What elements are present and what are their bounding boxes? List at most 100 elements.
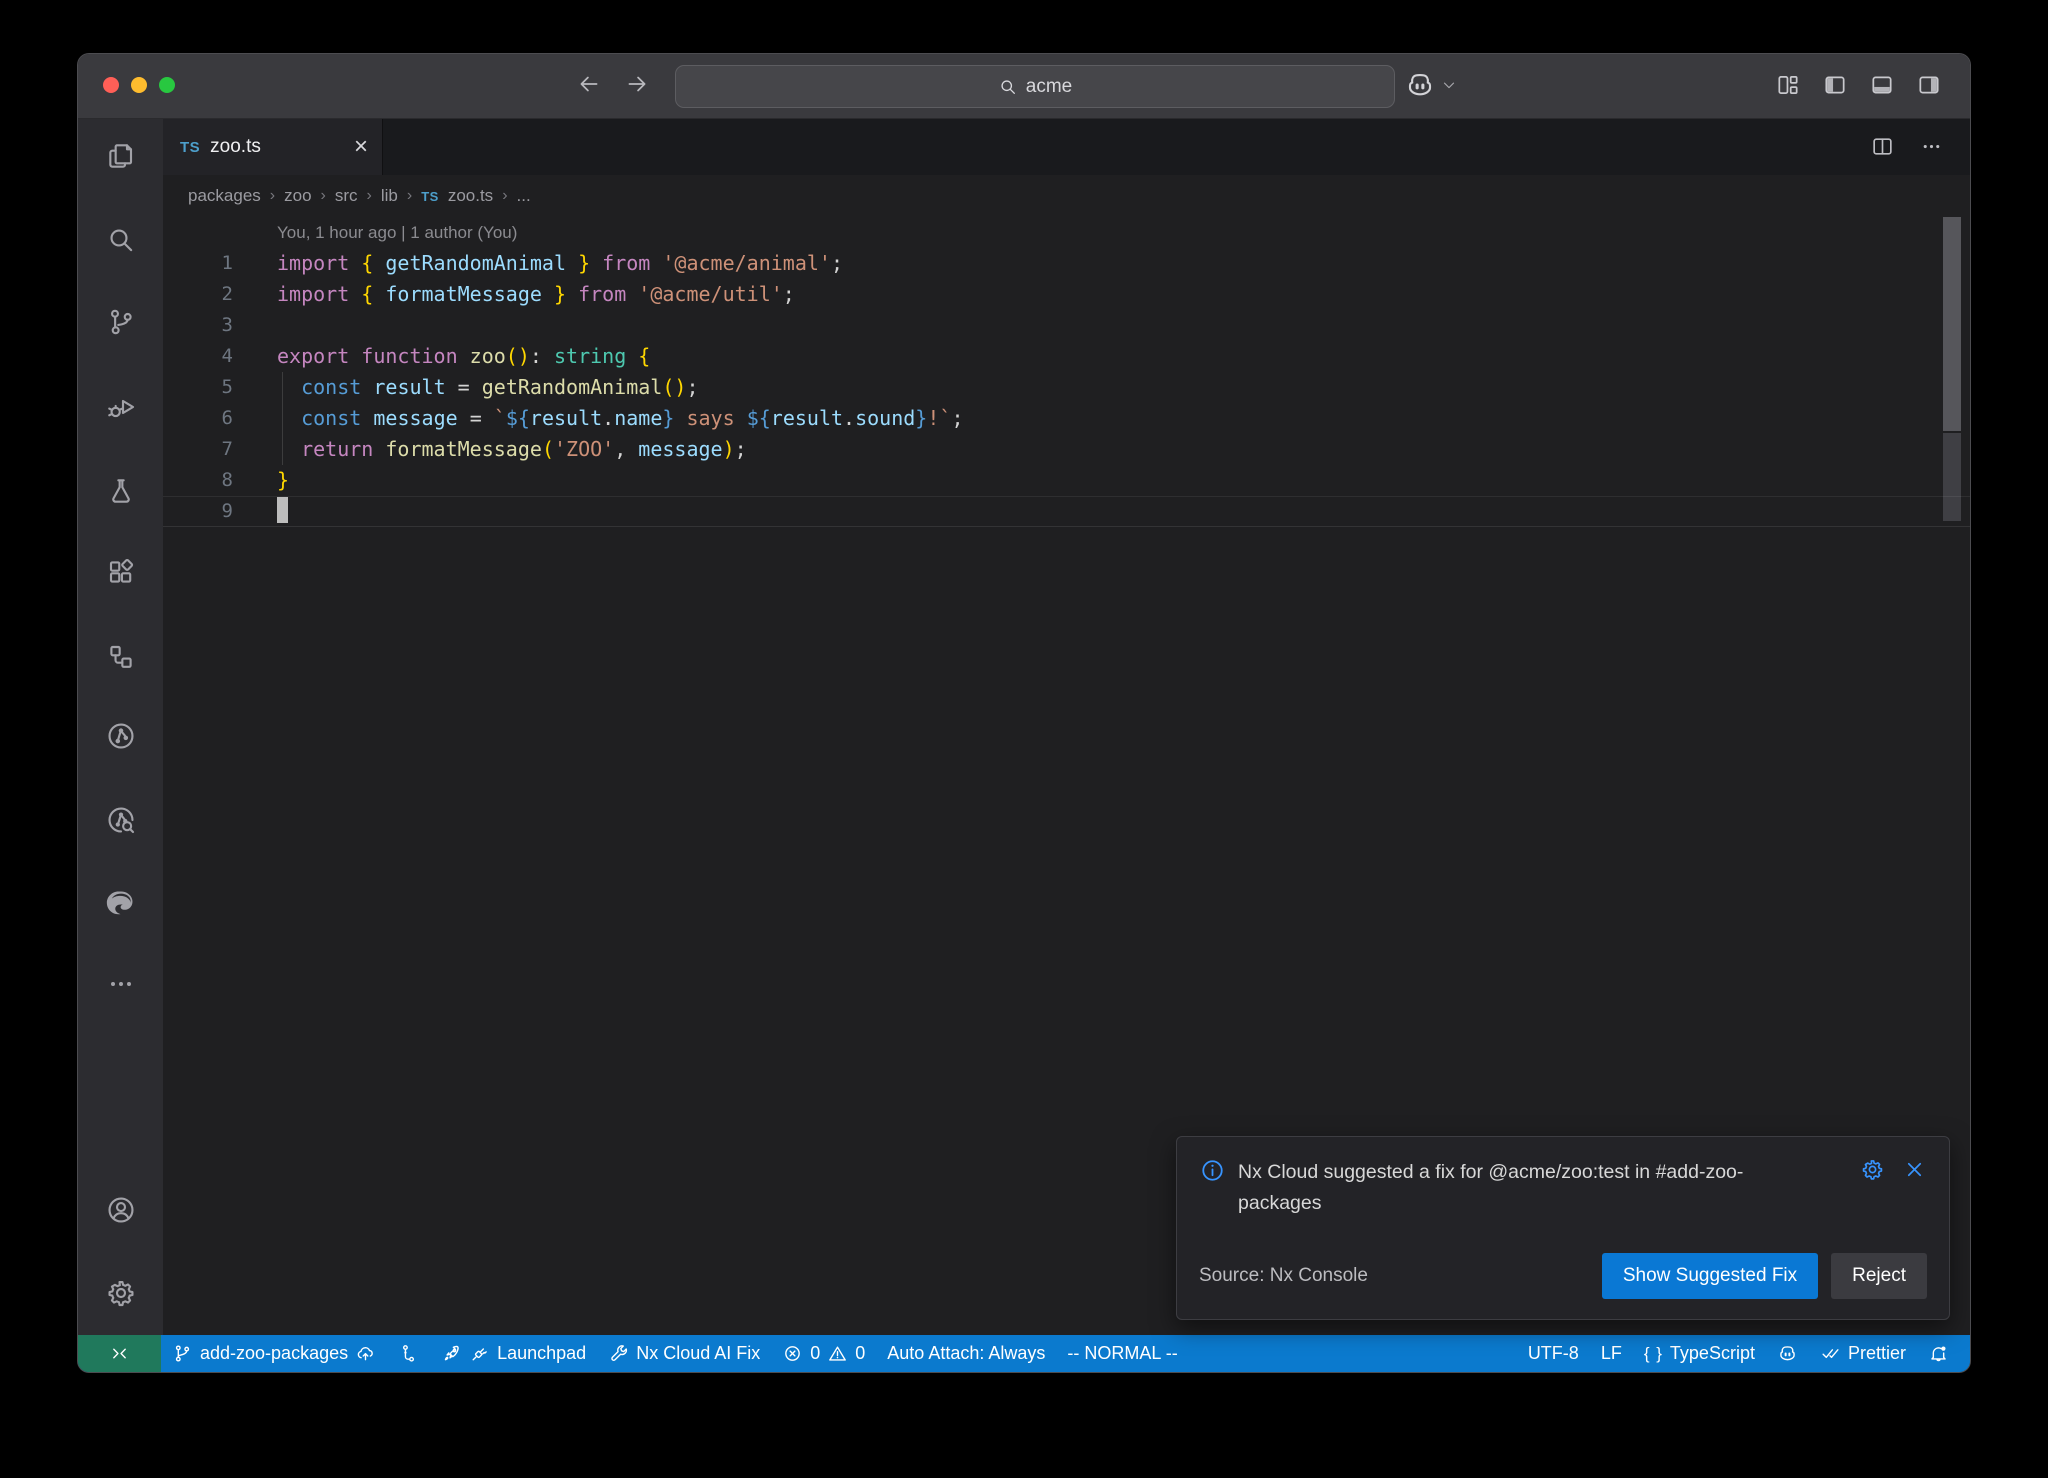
tab-label: zoo.ts (210, 136, 261, 158)
zoom-button[interactable] (159, 77, 175, 93)
status-item-language-mode[interactable]: { }TypeScript (1633, 1335, 1766, 1372)
remote-indicator[interactable] (78, 1335, 161, 1372)
search-value: acme (1026, 76, 1072, 98)
breadcrumb-item-packages[interactable]: packages (188, 186, 261, 206)
status-item-git-graph[interactable] (387, 1335, 430, 1372)
blame-annotation: You, 1 hour ago | 1 author (You) (163, 217, 1970, 248)
activity-item-more-views[interactable] (105, 968, 137, 1000)
status-item-nx-cloud-ai-fix[interactable]: Nx Cloud AI Fix (597, 1335, 771, 1372)
copilot-icon (1777, 1343, 1798, 1364)
titlebar: acme (78, 54, 1970, 119)
code-line-7: 7 return formatMessage('ZOO', message); (163, 434, 1970, 465)
git-graph-icon (398, 1343, 419, 1364)
copilot-menu[interactable] (1404, 69, 1458, 101)
double-check-icon (1820, 1343, 1841, 1364)
breadcrumb: packages›zoo›src›lib›TSzoo.ts›... (163, 175, 1970, 217)
info-icon (1199, 1157, 1226, 1219)
breadcrumb-separator: › (321, 187, 326, 205)
line-number: 9 (163, 496, 233, 527)
status-item-label: Prettier (1848, 1343, 1906, 1364)
status-item-copilot-status[interactable] (1766, 1335, 1809, 1372)
traffic-lights (103, 77, 175, 93)
breadcrumb-separator: › (407, 187, 412, 205)
line-number: 7 (163, 434, 233, 465)
code-line-8: 8} (163, 465, 1970, 496)
error-count: 0 (810, 1343, 820, 1364)
breadcrumb-separator: › (270, 187, 275, 205)
customize-layout-icon[interactable] (1775, 72, 1801, 98)
text-cursor (277, 497, 288, 523)
notification-toast: Nx Cloud suggested a fix for @acme/zoo:t… (1176, 1136, 1950, 1320)
notification-close-icon[interactable] (1902, 1157, 1927, 1182)
activity-item-accounts[interactable] (105, 1194, 137, 1226)
breadcrumb-item-src[interactable]: src (335, 186, 358, 206)
show-suggested-fix-button[interactable]: Show Suggested Fix (1602, 1253, 1818, 1299)
breadcrumb-separator: › (502, 187, 507, 205)
vscode-window: acme TS zoo.ts × packages › zoo › src › lib › TS… (78, 54, 1970, 1372)
status-item-label: Auto Attach: Always (887, 1343, 1045, 1364)
command-center-search[interactable]: acme (675, 65, 1395, 108)
activity-item-extensions[interactable] (105, 556, 137, 588)
activity-item-project-structure[interactable] (105, 641, 137, 673)
status-item-eol[interactable]: LF (1590, 1335, 1633, 1372)
activity-item-nx-cloud[interactable] (105, 804, 137, 836)
activity-item-explorer[interactable] (105, 140, 137, 172)
status-item-label: UTF-8 (1528, 1343, 1579, 1364)
wrench-icon (608, 1343, 629, 1364)
status-bar: add-zoo-packages Launchpad Nx Cloud AI Fix… (78, 1335, 1970, 1372)
activity-item-run-debug[interactable] (105, 391, 137, 423)
notification-source: Source: Nx Console (1199, 1265, 1368, 1287)
activity-bar (78, 119, 163, 1335)
code-line-5: 5 const result = getRandomAnimal(); (163, 372, 1970, 403)
bell-dot-icon (1928, 1343, 1949, 1364)
back-button[interactable] (576, 71, 602, 97)
toggle-sidebar-left-icon[interactable] (1822, 72, 1848, 98)
status-item-encoding[interactable]: UTF-8 (1517, 1335, 1590, 1372)
minimize-button[interactable] (131, 77, 147, 93)
forward-button[interactable] (624, 71, 650, 97)
toggle-panel-icon[interactable] (1869, 72, 1895, 98)
activity-item-testing[interactable] (105, 475, 137, 507)
status-item-label: TypeScript (1670, 1343, 1755, 1364)
breadcrumb-item-zoo-ts[interactable]: zoo.ts (448, 186, 493, 206)
reject-button[interactable]: Reject (1831, 1253, 1927, 1299)
close-button[interactable] (103, 77, 119, 93)
status-item-label: Launchpad (497, 1343, 586, 1364)
status-item-label: -- NORMAL -- (1067, 1343, 1177, 1364)
tab-zoo-ts[interactable]: TS zoo.ts × (163, 119, 383, 175)
warning-icon (827, 1343, 848, 1364)
status-item-vim-mode[interactable]: -- NORMAL -- (1056, 1335, 1188, 1372)
typescript-file-icon: TS (180, 139, 200, 156)
editor-more-actions-button[interactable] (1919, 134, 1944, 159)
activity-item-edge-tools[interactable] (105, 887, 137, 919)
plug-icon (469, 1343, 490, 1364)
tab-strip: TS zoo.ts × (163, 119, 1970, 175)
status-item-auto-attach[interactable]: Auto Attach: Always (876, 1335, 1056, 1372)
breadcrumb-item-lib[interactable]: lib (381, 186, 398, 206)
activity-item-nx-console[interactable] (105, 720, 137, 752)
copilot-icon[interactable] (1404, 69, 1436, 101)
line-number: 2 (163, 279, 233, 310)
rocket-icon (441, 1343, 462, 1364)
code-line-4: 4export function zoo(): string { (163, 341, 1970, 372)
toggle-sidebar-right-icon[interactable] (1916, 72, 1942, 98)
chevron-down-icon[interactable] (1440, 76, 1458, 94)
status-item-launchpad[interactable]: Launchpad (430, 1335, 597, 1372)
tab-close-icon[interactable]: × (354, 135, 368, 159)
code-line-9: 9 (163, 496, 1970, 527)
status-item-branch[interactable]: add-zoo-packages (161, 1335, 387, 1372)
activity-item-search[interactable] (105, 224, 137, 256)
breadcrumb-item--[interactable]: ... (517, 186, 531, 206)
notification-message: Nx Cloud suggested a fix for @acme/zoo:t… (1238, 1157, 1798, 1219)
activity-item-settings[interactable] (105, 1277, 137, 1309)
code-line-1: 1import { getRandomAnimal } from '@acme/… (163, 248, 1970, 279)
breadcrumb-item-zoo[interactable]: zoo (284, 186, 311, 206)
activity-item-source-control[interactable] (105, 306, 137, 338)
error-icon (782, 1343, 803, 1364)
status-item-problems[interactable]: 00 (771, 1335, 876, 1372)
status-item-prettier[interactable]: Prettier (1809, 1335, 1917, 1372)
notification-settings-icon[interactable] (1860, 1157, 1885, 1182)
split-editor-button[interactable] (1870, 134, 1895, 159)
status-item-notifications-bell[interactable] (1917, 1335, 1960, 1372)
cloud-upload-icon (355, 1343, 376, 1364)
